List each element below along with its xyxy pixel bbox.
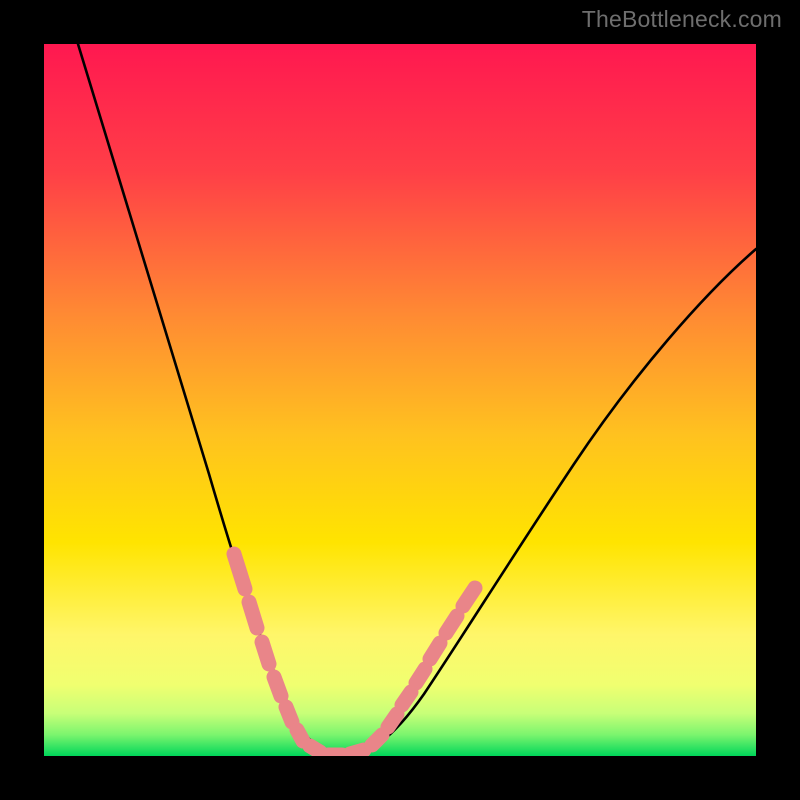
gradient-background — [44, 44, 756, 756]
chart-svg — [44, 44, 756, 756]
plot-area — [44, 44, 756, 756]
chart-frame: TheBottleneck.com — [0, 0, 800, 800]
watermark-text: TheBottleneck.com — [582, 6, 782, 33]
